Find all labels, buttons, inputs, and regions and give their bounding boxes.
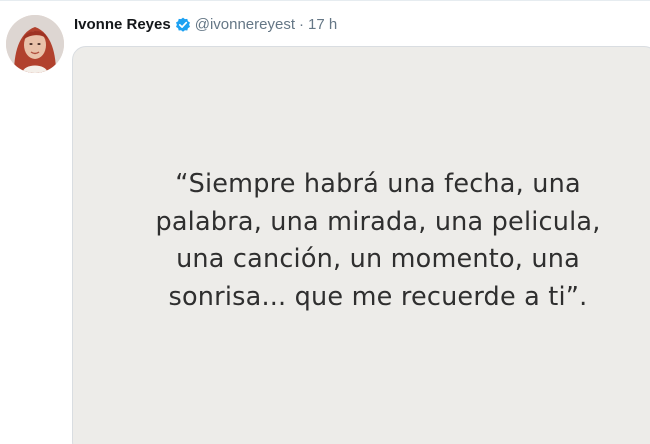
quote-line: una canción, un momento, una [176,244,580,274]
tweet-header: Ivonne Reyes @ivonnereyest · 17 h [74,15,337,35]
header-separator: · [299,16,304,33]
quote-line: “Siempre habrá una fecha, una [175,169,581,199]
tweet-image[interactable]: “Siempre habrá una fecha, una palabra, u… [72,46,650,444]
quote-text: “Siempre habrá una fecha, una palabra, u… [73,166,650,316]
avatar-photo [6,15,64,73]
tweet[interactable]: Ivonne Reyes @ivonnereyest · 17 h “Siemp… [0,0,650,444]
author-handle[interactable]: @ivonnereyest [195,15,295,35]
avatar[interactable] [6,15,64,73]
author-name[interactable]: Ivonne Reyes [74,15,171,35]
verified-badge-icon [175,17,191,33]
tweet-timestamp[interactable]: 17 h [308,15,337,35]
quote-line: sonrisa... que me recuerde a ti”. [168,281,588,312]
quote-line: palabra, una mirada, una pelicula, [155,206,601,237]
